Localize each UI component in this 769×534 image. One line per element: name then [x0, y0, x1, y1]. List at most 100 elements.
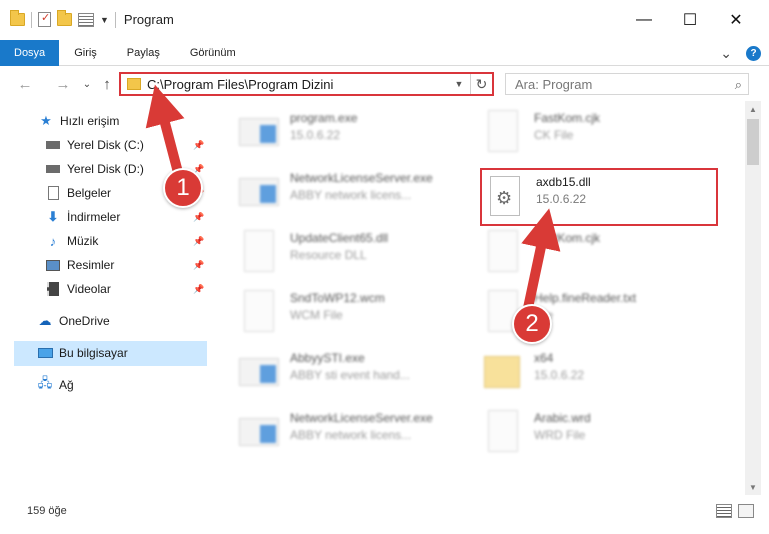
- address-bar[interactable]: C:\Program Files\Program Dizini ▼ ↻: [119, 72, 494, 96]
- forward-button[interactable]: →: [52, 67, 74, 101]
- file-meta: CK File: [534, 128, 574, 142]
- file-icon: [480, 408, 526, 458]
- new-folder-icon[interactable]: [57, 10, 72, 26]
- up-button[interactable]: ↑: [98, 67, 116, 101]
- scroll-up-icon[interactable]: ▲: [745, 101, 761, 117]
- file-meta: ABBY network licens...: [290, 188, 412, 202]
- pin-icon[interactable]: 📌: [193, 236, 204, 247]
- search-box[interactable]: Ara: Program ⌕: [505, 73, 749, 95]
- videos-icon: [45, 281, 61, 297]
- recent-locations-chevron-icon[interactable]: ⌄: [80, 67, 94, 101]
- file-item[interactable]: NetworkLicenseServer.exe ABBY network lic…: [236, 406, 466, 462]
- file-icon: [236, 288, 282, 338]
- folder-icon: [127, 78, 141, 90]
- ribbon-tabs: Dosya Giriş Paylaş Görünüm ⌄ ?: [0, 39, 769, 66]
- sidebar-item-label: Hızlı erişim: [60, 114, 120, 128]
- status-bar: 159 öğe: [0, 496, 769, 526]
- app-icon: [236, 348, 282, 398]
- file-name: FastKom.cjk: [534, 111, 601, 125]
- scroll-down-icon[interactable]: ▼: [745, 479, 761, 495]
- music-icon: ♪: [49, 233, 57, 249]
- sidebar-item-quick-access[interactable]: ★ Hızlı erişim: [38, 109, 119, 133]
- pin-icon[interactable]: 📌: [193, 212, 204, 223]
- file-item[interactable]: AbbyySTI.exe ABBY sti event hand...: [236, 346, 466, 402]
- address-dropdown-chevron-icon[interactable]: ▼: [452, 74, 466, 94]
- file-name: FastKom.cjk: [534, 231, 601, 245]
- file-name: NetworkLicenseServer.exe: [290, 171, 433, 185]
- file-item[interactable]: Arabic.wrd WRD File: [480, 406, 710, 462]
- help-icon[interactable]: ?: [746, 45, 761, 61]
- large-icons-view-icon[interactable]: [738, 504, 754, 518]
- network-icon: 🖧: [37, 375, 53, 390]
- details-view-icon[interactable]: [716, 504, 732, 518]
- file-meta: ABBY sti event hand...: [290, 368, 410, 382]
- file-name: Arabic.wrd: [534, 411, 591, 425]
- pin-icon[interactable]: 📌: [193, 284, 204, 295]
- file-icon: [480, 228, 526, 278]
- navigation-pane: ★ Hızlı erişim Yerel Disk (C:) 📌 Yerel D…: [0, 104, 210, 494]
- file-icon: [236, 228, 282, 278]
- tab-dosya[interactable]: Dosya: [0, 39, 60, 66]
- ribbon-right-controls: ⌄ ?: [720, 40, 761, 66]
- sidebar-item-onedrive[interactable]: ☁ OneDrive: [37, 309, 110, 333]
- sidebar-item-label: Videolar: [67, 282, 111, 296]
- minimize-button[interactable]: —: [621, 0, 667, 40]
- address-path[interactable]: C:\Program Files\Program Dizini: [147, 77, 333, 92]
- cloud-icon: ☁: [38, 313, 52, 328]
- navigation-bar: ← → ⌄ ↑ C:\Program Files\Program Dizini …: [0, 67, 769, 101]
- app-icon: [236, 168, 282, 218]
- file-highlight-box: [480, 168, 718, 226]
- tab-giris[interactable]: Giriş: [59, 40, 112, 66]
- file-item[interactable]: program.exe 15.0.6.22: [236, 106, 466, 162]
- pin-icon[interactable]: 📌: [193, 260, 204, 271]
- download-icon: ⬇: [47, 209, 59, 224]
- sidebar-item-network[interactable]: 🖧 Ağ: [37, 373, 74, 397]
- exe-icon: [236, 108, 282, 158]
- file-meta: 15.0.6.22: [290, 128, 341, 142]
- file-icon: [480, 108, 526, 158]
- tab-paylas[interactable]: Paylaş: [112, 40, 175, 66]
- folder-icon: [480, 348, 526, 398]
- back-button[interactable]: ←: [14, 67, 36, 101]
- drive-icon: [45, 161, 61, 177]
- maximize-button[interactable]: ☐: [667, 0, 713, 40]
- customize-toolbar-chevron-icon[interactable]: ▼: [100, 15, 109, 25]
- file-item[interactable]: x64 15.0.6.22: [480, 346, 710, 402]
- properties-icon[interactable]: [38, 11, 51, 27]
- file-item[interactable]: UpdateClient65.dll Resource DLL: [236, 226, 466, 282]
- sidebar-item-music[interactable]: ♪ Müzik 📌: [45, 229, 210, 253]
- file-item[interactable]: FastKom.cjk CK File: [480, 106, 710, 162]
- search-icon[interactable]: ⌕: [735, 77, 742, 93]
- step-badge-1: 1: [163, 168, 203, 208]
- close-button[interactable]: ✕: [713, 0, 759, 40]
- sidebar-item-videos[interactable]: Videolar 📌: [45, 277, 210, 301]
- view-icon[interactable]: [78, 12, 94, 27]
- sidebar-item-local-disk-c[interactable]: Yerel Disk (C:) 📌: [45, 133, 210, 157]
- file-name: UpdateClient65.dll: [290, 231, 389, 245]
- file-name: SndToWP12.wcm: [290, 291, 385, 305]
- vertical-scrollbar[interactable]: ▲ ▼: [745, 101, 761, 495]
- file-meta: ABBY network licens...: [290, 428, 412, 442]
- sidebar-item-label: Yerel Disk (C:): [67, 138, 144, 152]
- file-item[interactable]: FastKom.cjk: [480, 226, 710, 282]
- scrollbar-thumb[interactable]: [747, 119, 759, 165]
- sidebar-item-label: Yerel Disk (D:): [67, 162, 144, 176]
- toolbar-divider: [31, 11, 32, 28]
- file-meta: WRD File: [534, 428, 586, 442]
- sidebar-item-this-pc[interactable]: Bu bilgisayar: [37, 341, 128, 365]
- sidebar-item-pictures[interactable]: Resimler 📌: [45, 253, 210, 277]
- title-bar: ▼ Program — ☐ ✕: [0, 0, 769, 40]
- expand-ribbon-chevron-icon[interactable]: ⌄: [720, 45, 732, 62]
- app-icon: [236, 408, 282, 458]
- file-item[interactable]: NetworkLicenseServer.exe ABBY network lic…: [236, 166, 466, 222]
- search-input[interactable]: Ara: Program: [515, 77, 592, 92]
- sidebar-item-label: Müzik: [67, 234, 99, 248]
- refresh-icon[interactable]: ↻: [470, 74, 492, 94]
- sidebar-item-label: Bu bilgisayar: [59, 346, 128, 360]
- pin-icon[interactable]: 📌: [193, 140, 204, 151]
- tab-gorunum[interactable]: Görünüm: [175, 40, 251, 66]
- file-meta: 15.0.6.22: [534, 368, 585, 382]
- file-item[interactable]: SndToWP12.wcm WCM File: [236, 286, 466, 342]
- sidebar-item-downloads[interactable]: ⬇ İndirmeler 📌: [45, 205, 210, 229]
- item-count: 159 öğe: [27, 505, 67, 517]
